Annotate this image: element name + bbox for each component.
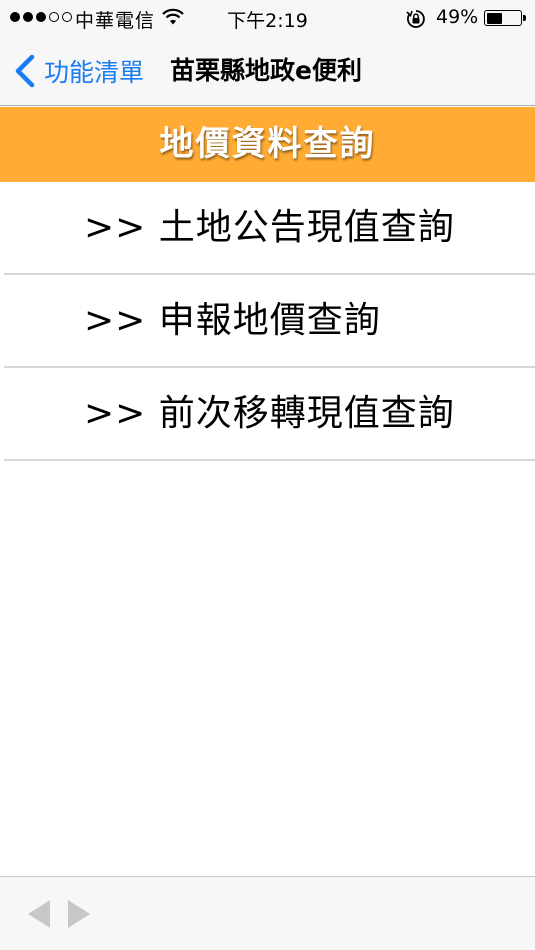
- menu-item-label: >> 土地公告現值查詢: [84, 207, 455, 248]
- menu-item-land-announced-value[interactable]: >> 土地公告現值查詢: [4, 182, 535, 275]
- menu-item-label: >> 前次移轉現值查詢: [84, 393, 455, 434]
- menu-item-declared-land-value[interactable]: >> 申報地價查詢: [4, 275, 535, 368]
- menu-item-label: >> 申報地價查詢: [84, 300, 381, 341]
- bottom-toolbar: [0, 876, 535, 950]
- battery-level-fill: [486, 12, 502, 24]
- triangle-right-icon[interactable]: [64, 897, 94, 931]
- menu-item-previous-transfer-value[interactable]: >> 前次移轉現值查詢: [4, 368, 535, 461]
- chevron-left-icon: [15, 54, 35, 88]
- section-header: 地價資料查詢: [0, 107, 535, 182]
- rotation-lock-icon: [406, 10, 425, 28]
- battery-tip: [523, 15, 526, 21]
- triangle-left-icon[interactable]: [24, 897, 54, 931]
- status-bar: 中華電信 下午2:19 49%: [0, 0, 535, 36]
- query-menu-list: >> 土地公告現值查詢 >> 申報地價查詢 >> 前次移轉現值查詢: [0, 182, 535, 461]
- battery-icon: [484, 10, 522, 26]
- navigation-bar: 功能清單 苗栗縣地政e便利: [0, 36, 535, 106]
- back-button[interactable]: 功能清單: [10, 36, 144, 106]
- page-title: 苗栗縣地政e便利: [170, 56, 362, 85]
- back-button-label: 功能清單: [44, 58, 145, 87]
- battery-percentage: 49%: [436, 6, 479, 28]
